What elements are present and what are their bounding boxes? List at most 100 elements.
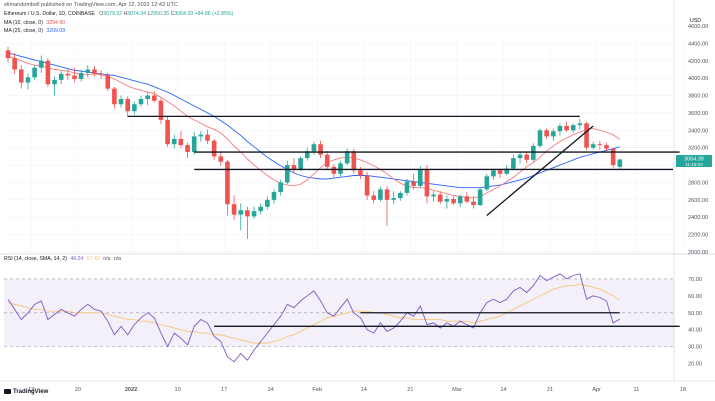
price-tick-label: 4000.00 — [688, 76, 708, 82]
candle-body — [604, 145, 609, 149]
candle-body — [597, 144, 603, 146]
candle-body — [245, 210, 250, 217]
candle-body — [584, 123, 589, 148]
tradingview-logo-text: TradingView — [13, 389, 49, 396]
time-tick-label: 21 — [407, 387, 413, 393]
candle-body — [191, 136, 197, 153]
candle-body — [251, 211, 257, 217]
candle-body — [451, 198, 456, 204]
time-tick-label: Feb — [312, 387, 322, 393]
candle-body — [431, 194, 436, 197]
candle-body — [311, 144, 317, 152]
candle-body — [185, 145, 190, 153]
candle-body — [344, 151, 350, 164]
candle-body — [391, 198, 396, 200]
candle-body — [570, 125, 576, 131]
time-tick-label: 20 — [75, 387, 81, 393]
candle-body — [477, 189, 483, 206]
candle-body — [471, 201, 476, 206]
candle-body — [351, 151, 357, 171]
rsi-tick-label: 30.00 — [688, 345, 702, 351]
candle-body — [358, 170, 363, 176]
candle-layer — [5, 46, 623, 239]
candle-body — [285, 165, 290, 183]
candle-body — [211, 140, 217, 157]
candle-body — [577, 123, 583, 126]
candle-body — [145, 95, 150, 100]
candle-body — [464, 196, 470, 202]
candle-body — [418, 169, 423, 186]
candle-body — [437, 194, 443, 202]
candle-body — [551, 131, 556, 137]
candle-body — [318, 144, 323, 155]
candle-body — [590, 144, 596, 148]
candle-body — [617, 159, 623, 167]
candle-body — [398, 192, 403, 199]
candle-body — [178, 139, 184, 146]
candle-body — [424, 169, 430, 197]
time-tick-label: 2022 — [125, 387, 137, 393]
candle-body — [132, 104, 137, 112]
candle-body — [118, 99, 124, 105]
price-tick-label: 4600.00 — [688, 24, 708, 30]
candle-body — [364, 175, 370, 196]
countdown-value: 11:16:03 — [685, 162, 703, 167]
candle-body — [278, 182, 283, 193]
candle-body — [491, 170, 496, 177]
rsi-tick-label: 20.00 — [688, 362, 702, 368]
time-tick-label: 18 — [680, 387, 686, 393]
rsi-tick-label: 60.00 — [688, 294, 702, 300]
chart-canvas[interactable]: 4600.00 4400.00 4200.00 4000.00 3800.00 3600.… — [0, 0, 715, 401]
time-tick-label: 10 — [174, 387, 180, 393]
candle-body — [52, 79, 57, 85]
candle-body — [225, 161, 230, 205]
price-tick-label: 3600.00 — [688, 111, 708, 117]
candle-body — [171, 139, 177, 145]
candle-body — [298, 158, 303, 170]
candle-body — [324, 154, 330, 167]
candle-body — [404, 181, 410, 193]
time-tick-label: 21 — [547, 387, 553, 393]
drawing-layer — [127, 115, 680, 216]
rsi-tick-label: 40.00 — [688, 328, 702, 334]
candle-body — [511, 158, 516, 169]
price-tick-label: 2200.00 — [688, 233, 708, 239]
candle-body — [384, 189, 390, 200]
candle-body — [32, 67, 37, 78]
candle-body — [218, 156, 224, 162]
candle-body — [338, 163, 343, 174]
candle-body — [112, 88, 117, 105]
ma10-line — [7, 55, 621, 199]
candle-body — [238, 210, 244, 215]
candle-body — [12, 58, 17, 70]
price-tick-label: 3400.00 — [688, 128, 708, 134]
candle-body — [484, 176, 490, 190]
candle-body — [152, 95, 157, 101]
price-tick-label: 3200.00 — [688, 146, 708, 152]
price-tick-label: 2000.00 — [688, 250, 708, 256]
candle-body — [165, 119, 170, 145]
candle-body — [231, 204, 237, 215]
candle-body — [5, 50, 11, 59]
price-tick-label: 2400.00 — [688, 215, 708, 221]
candle-body — [457, 196, 463, 204]
candle-body — [497, 170, 503, 174]
candle-body — [72, 75, 77, 80]
candle-body — [291, 165, 297, 170]
candle-body — [58, 73, 64, 80]
candle-body — [271, 192, 277, 200]
candle-body — [105, 74, 111, 89]
candle-body — [265, 199, 270, 207]
candle-body — [125, 99, 130, 112]
time-tick-label: Mar — [452, 387, 462, 393]
candle-body — [38, 60, 44, 68]
time-tick-label: 24 — [268, 387, 274, 393]
candle-body — [444, 198, 450, 202]
rsi-tick-label: 50.00 — [688, 311, 702, 317]
price-tick-label: 4400.00 — [688, 41, 708, 47]
candle-body — [205, 134, 210, 141]
candle-body — [564, 125, 569, 131]
candle-body — [331, 166, 337, 174]
ma25-line — [7, 52, 620, 189]
time-tick-label: Apr — [592, 387, 601, 393]
